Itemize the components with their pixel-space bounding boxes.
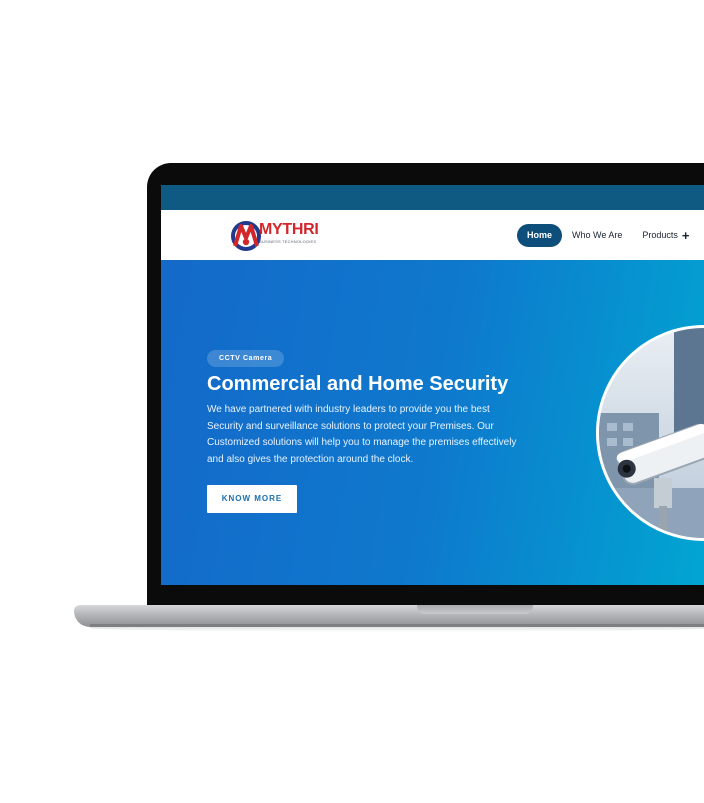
navbar: MYTHRI BUSINESS TECHNOLOGIES Home Who We… (161, 210, 704, 260)
hero-badge: CCTV Camera (207, 350, 285, 367)
nav-item-who-we-are[interactable]: Who We Are (562, 224, 632, 247)
hero-section: CCTV Camera Commercial and Home Security… (161, 260, 704, 585)
plus-icon[interactable]: + (682, 228, 690, 243)
cctv-camera-icon (599, 328, 704, 538)
brand-logo[interactable]: MYTHRI BUSINESS TECHNOLOGIES (231, 218, 337, 254)
main-nav: Home Who We Are Products + (517, 224, 690, 247)
laptop-base-shadow (90, 624, 704, 632)
logo-mark-icon (231, 221, 261, 251)
laptop-hinge-notch (417, 605, 533, 614)
brand-tagline: BUSINESS TECHNOLOGIES (259, 239, 317, 244)
nav-item-products[interactable]: Products (632, 224, 688, 247)
laptop-screen: MYTHRI BUSINESS TECHNOLOGIES Home Who We… (161, 185, 704, 585)
nav-item-home[interactable]: Home (517, 224, 563, 247)
top-bar (161, 185, 704, 210)
brand-name: MYTHRI (259, 221, 319, 238)
cctv-camera-photo (596, 325, 704, 541)
hero-title: Commercial and Home Security (207, 373, 509, 395)
laptop-mockup: MYTHRI BUSINESS TECHNOLOGIES Home Who We… (0, 0, 704, 803)
know-more-button[interactable]: KNOW MORE (207, 485, 297, 513)
hero-description: We have partnered with industry leaders … (207, 404, 517, 465)
